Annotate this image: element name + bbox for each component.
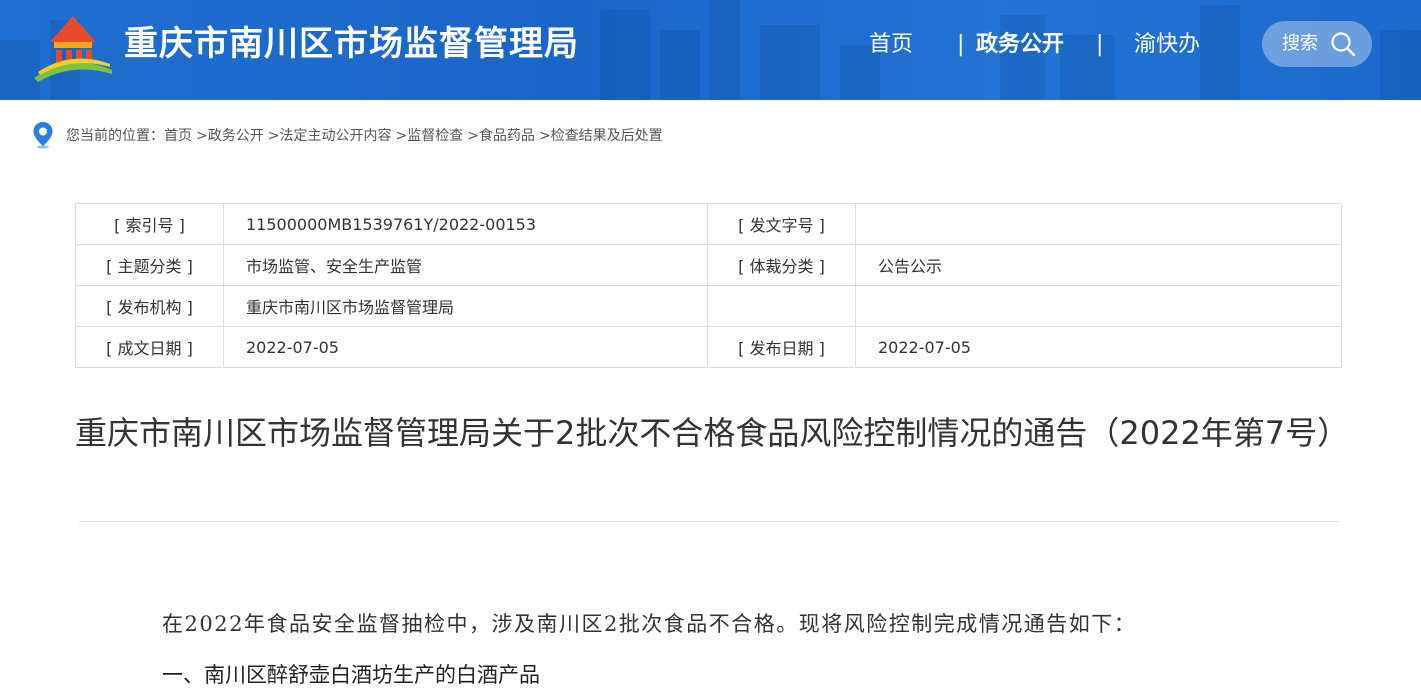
nav-home[interactable]: 首页 (869, 28, 913, 62)
index-number-value: 11500000MB1539761Y/2022-00153 (223, 203, 708, 245)
nav-separator: | (1096, 32, 1104, 57)
breadcrumb-prefix: 您当前的位置： (66, 128, 164, 144)
nav-yu-kuai-ban[interactable]: 渝快办 (1134, 28, 1200, 62)
document-title: 重庆市南川区市场监督管理局关于2批次不合格食品风险控制情况的通告（2022年第7… (75, 414, 1350, 452)
index-number-label: [ 索引号 ] (75, 203, 224, 245)
section-heading: 一、南川区醉舒壶白酒坊生产的白酒产品 (162, 663, 540, 687)
topic-category-value: 市场监管、安全生产监管 (223, 244, 708, 286)
nav-separator: | (957, 32, 965, 57)
location-pin-icon (33, 122, 53, 149)
site-title[interactable]: 重庆市南川区市场监督管理局 (124, 22, 579, 66)
breadcrumb-item-gov-open[interactable]: >政务公开 (196, 125, 264, 145)
search-label: 搜索 (1282, 33, 1318, 54)
empty-label (707, 285, 856, 327)
table-row: [ 索引号 ] 11500000MB1539761Y/2022-00153 [ … (75, 203, 1342, 245)
written-date-label: [ 成文日期 ] (75, 326, 224, 368)
breadcrumb-item-supervision[interactable]: >监督检查 (395, 125, 463, 145)
publish-date-label: [ 发布日期 ] (707, 326, 856, 368)
table-row: [ 发布机构 ] 重庆市南川区市场监督管理局 (75, 285, 1342, 327)
document-number-value (855, 203, 1342, 245)
search-icon (1331, 32, 1356, 57)
intro-paragraph: 在2022年食品安全监督抽检中，涉及南川区2批次食品不合格。现将风险控制完成情况… (162, 612, 1137, 636)
genre-category-label: [ 体裁分类 ] (707, 244, 856, 286)
document-number-label: [ 发文字号 ] (707, 203, 856, 245)
genre-category-value: 公告公示 (855, 244, 1342, 286)
table-row: [ 主题分类 ] 市场监管、安全生产监管 [ 体裁分类 ] 公告公示 (75, 244, 1342, 286)
empty-value (855, 285, 1342, 327)
written-date-value: 2022-07-05 (223, 326, 708, 368)
publish-date-value: 2022-07-05 (855, 326, 1342, 368)
title-divider (79, 521, 1339, 522)
breadcrumb: 您当前的位置： 首页 >政务公开 >法定主动公开内容 >监督检查 >食品药品 >… (32, 120, 667, 150)
site-header: 重庆市南川区市场监督管理局 首页 | 政务公开 | 渝快办 搜索 (0, 0, 1421, 100)
document-info-table: [ 索引号 ] 11500000MB1539761Y/2022-00153 [ … (75, 203, 1342, 368)
search-button[interactable]: 搜索 (1262, 21, 1372, 67)
site-logo-icon[interactable] (32, 12, 114, 84)
breadcrumb-item-food-drug[interactable]: >食品药品 (467, 125, 535, 145)
table-row: [ 成文日期 ] 2022-07-05 [ 发布日期 ] 2022-07-05 (75, 326, 1342, 368)
breadcrumb-item-home[interactable]: 首页 (164, 125, 192, 145)
nav-gov-open[interactable]: 政务公开 (976, 28, 1064, 62)
issuing-agency-value: 重庆市南川区市场监督管理局 (223, 285, 708, 327)
issuing-agency-label: [ 发布机构 ] (75, 285, 224, 327)
topic-category-label: [ 主题分类 ] (75, 244, 224, 286)
breadcrumb-item-statutory[interactable]: >法定主动公开内容 (268, 125, 392, 145)
breadcrumb-item-results[interactable]: >检查结果及后处置 (539, 125, 663, 145)
